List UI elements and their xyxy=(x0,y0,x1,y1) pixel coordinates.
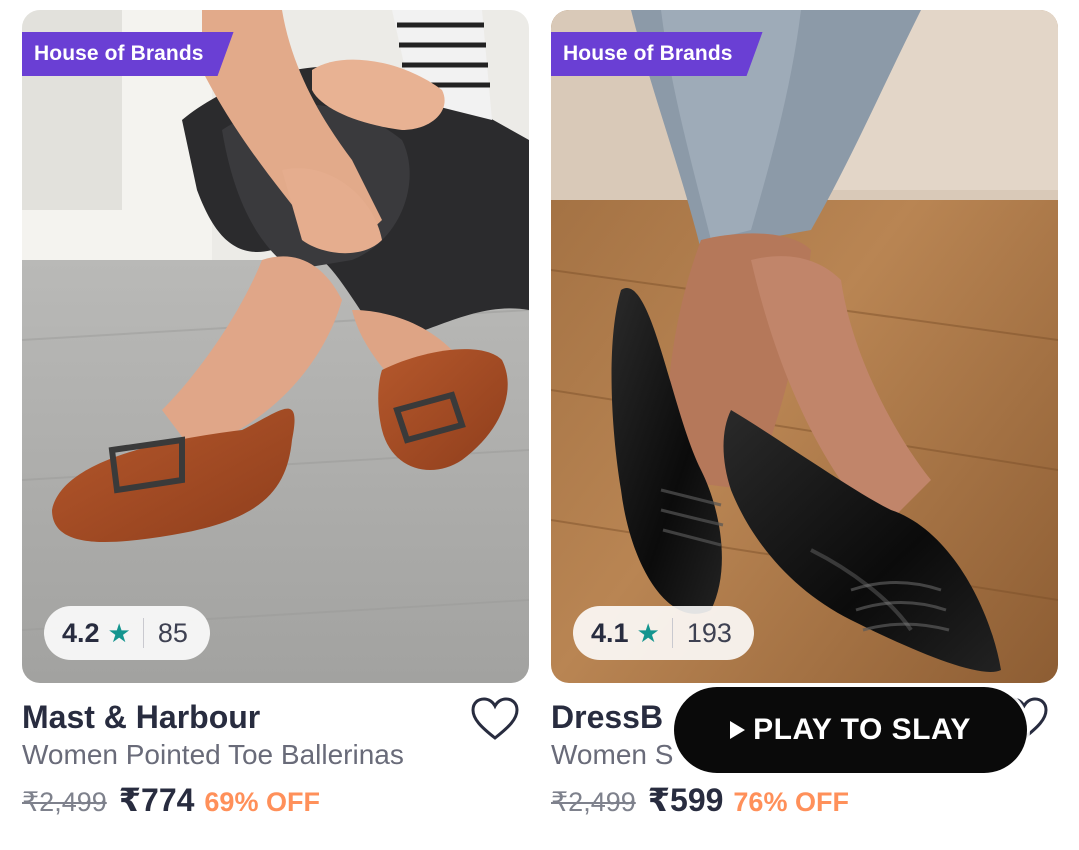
mrp-price: ₹2,499 xyxy=(551,787,636,817)
product-photo-1 xyxy=(22,10,529,683)
house-of-brands-badge: House of Brands xyxy=(22,32,234,76)
star-icon: ★ xyxy=(636,617,660,648)
product-image-2[interactable]: House of Brands 4.1 ★ 193 xyxy=(551,10,1058,683)
price-row: ₹2,499 ₹774 69% OFF xyxy=(22,781,529,819)
play-to-slay-label: PLAY TO SLAY xyxy=(753,713,971,746)
product-image-1[interactable]: House of Brands 4.2 ★ 85 xyxy=(22,10,529,683)
product-name: Women Pointed Toe Ballerinas xyxy=(22,739,404,770)
product-card-1[interactable]: House of Brands 4.2 ★ 85 Mast & Harbour … xyxy=(22,10,529,819)
heart-outline-icon[interactable] xyxy=(471,697,519,741)
price-row: ₹2,499 ₹599 76% OFF xyxy=(551,781,1058,819)
rating-divider xyxy=(142,618,144,648)
rating-divider xyxy=(671,618,673,648)
rating-count: 193 xyxy=(686,617,732,648)
rating-value: 4.2 xyxy=(62,617,100,648)
mrp-price: ₹2,499 xyxy=(22,787,107,817)
rating-pill: 4.1 ★ 193 xyxy=(573,606,754,660)
brand-name: Mast & Harbour xyxy=(22,699,261,735)
discount-label: 76% OFF xyxy=(733,787,849,817)
rating-pill: 4.2 ★ 85 xyxy=(44,606,210,660)
rating-count: 85 xyxy=(157,617,188,648)
rating-value: 4.1 xyxy=(591,617,629,648)
product-photo-2 xyxy=(551,10,1058,683)
play-to-slay-button[interactable]: PLAY TO SLAY xyxy=(674,687,1027,773)
selling-price: ₹774 xyxy=(118,782,195,818)
product-info-1: Mast & Harbour Women Pointed Toe Balleri… xyxy=(22,697,529,819)
selling-price: ₹599 xyxy=(647,782,724,818)
star-icon: ★ xyxy=(107,617,131,648)
play-icon xyxy=(730,721,746,739)
house-of-brands-badge: House of Brands xyxy=(551,32,763,76)
discount-label: 69% OFF xyxy=(204,787,320,817)
